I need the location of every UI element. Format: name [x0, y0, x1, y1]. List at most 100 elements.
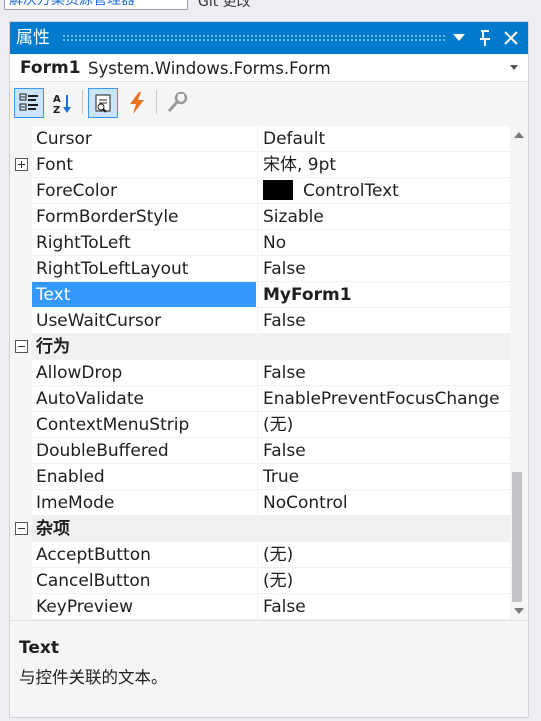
property-grid: Cursor Default Font 宋体, 9pt ForeColor Control… — [10, 126, 510, 620]
property-name: AutoValidate — [32, 386, 256, 412]
property-name: ImeMode — [32, 490, 256, 516]
property-value-text: EnablePreventFocusChange — [263, 389, 500, 409]
property-row[interactable]: ContextMenuStrip (无) — [10, 412, 510, 438]
properties-icon[interactable] — [88, 88, 118, 118]
object-name: Form1 — [20, 58, 81, 78]
scroll-thumb[interactable] — [512, 472, 522, 602]
row-margin — [10, 178, 32, 204]
toolbar-separator — [82, 90, 83, 114]
property-name: ForeColor — [32, 178, 256, 204]
property-row[interactable]: DoubleBuffered False — [10, 438, 510, 464]
title-grip[interactable] — [62, 34, 447, 42]
property-value[interactable]: False — [257, 594, 510, 620]
row-margin — [10, 230, 32, 256]
scroll-up-icon[interactable] — [514, 132, 524, 138]
property-value-text: False — [263, 259, 306, 279]
scroll-down-icon[interactable] — [514, 608, 524, 614]
description-text: 与控件关联的文本。 — [19, 668, 168, 687]
category-row[interactable]: 行为 — [10, 334, 510, 360]
expand-icon[interactable] — [15, 158, 28, 171]
solution-explorer-tab[interactable]: 解决方案资源管理器 — [4, 0, 188, 10]
row-margin — [10, 412, 32, 438]
property-value[interactable]: Sizable — [257, 204, 510, 230]
property-value[interactable]: MyForm1 — [257, 282, 510, 308]
property-value-text: False — [263, 441, 306, 461]
row-margin — [10, 308, 32, 334]
collapse-icon[interactable] — [15, 522, 28, 535]
property-value-text: (无) — [263, 571, 294, 591]
chevron-down-icon[interactable] — [448, 26, 470, 50]
svg-text:A: A — [53, 94, 61, 105]
row-margin — [10, 256, 32, 282]
svg-text:Z: Z — [53, 105, 60, 114]
description-pane: Text 与控件关联的文本。 — [10, 626, 528, 717]
property-row[interactable]: AutoValidate EnablePreventFocusChange — [10, 386, 510, 412]
property-row[interactable]: CancelButton (无) — [10, 568, 510, 594]
close-icon[interactable] — [500, 26, 522, 50]
property-row[interactable]: AcceptButton (无) — [10, 542, 510, 568]
category-label: 杂项 — [32, 516, 256, 542]
property-value[interactable]: (无) — [257, 412, 510, 438]
property-row[interactable]: FormBorderStyle Sizable — [10, 204, 510, 230]
property-name: UseWaitCursor — [32, 308, 256, 334]
property-value[interactable]: 宋体, 9pt — [257, 152, 510, 178]
property-row[interactable]: RightToLeftLayout False — [10, 256, 510, 282]
row-margin — [10, 204, 32, 230]
category-label: 行为 — [32, 334, 256, 360]
events-icon[interactable] — [122, 88, 152, 118]
property-value-text: MyForm1 — [263, 285, 352, 305]
properties-window: 解决方案资源管理器 Git 更改 属性 Form1 System.Windows… — [0, 0, 541, 721]
collapse-icon[interactable] — [15, 340, 28, 353]
property-value[interactable]: False — [257, 360, 510, 386]
git-changes-tab[interactable]: Git 更改 — [198, 0, 251, 11]
alphabetical-icon[interactable]: AZ — [48, 88, 78, 118]
property-value[interactable]: No — [257, 230, 510, 256]
top-cutoff-strip: 解决方案资源管理器 Git 更改 — [0, 0, 541, 20]
property-name: ContextMenuStrip — [32, 412, 256, 438]
row-margin — [10, 386, 32, 412]
property-name: AcceptButton — [32, 542, 256, 568]
property-value-text: 宋体, 9pt — [263, 155, 337, 175]
property-value[interactable]: False — [257, 256, 510, 282]
property-value-text: (无) — [263, 545, 294, 565]
row-margin — [10, 542, 32, 568]
property-value[interactable]: (无) — [257, 568, 510, 594]
property-name: Enabled — [32, 464, 256, 490]
property-value[interactable]: ControlText — [257, 178, 510, 204]
object-selector[interactable]: Form1 System.Windows.Forms.Form — [10, 54, 528, 82]
panel-title: 属性 — [16, 28, 50, 48]
property-row[interactable]: Enabled True — [10, 464, 510, 490]
property-value[interactable]: Default — [257, 126, 510, 152]
property-row[interactable]: Font 宋体, 9pt — [10, 152, 510, 178]
vertical-scrollbar[interactable] — [510, 126, 528, 620]
property-value[interactable]: False — [257, 438, 510, 464]
object-type: System.Windows.Forms.Form — [88, 59, 331, 78]
property-row[interactable]: Cursor Default — [10, 126, 510, 152]
property-row[interactable]: UseWaitCursor False — [10, 308, 510, 334]
property-row[interactable]: Text MyForm1 — [10, 282, 510, 308]
chevron-down-icon[interactable] — [510, 65, 518, 70]
property-name: Cursor — [32, 126, 256, 152]
property-row[interactable]: RightToLeft No — [10, 230, 510, 256]
property-row[interactable]: KeyPreview False — [10, 594, 510, 620]
property-value[interactable]: EnablePreventFocusChange — [257, 386, 510, 412]
property-value-text: True — [263, 467, 300, 487]
category-row[interactable]: 杂项 — [10, 516, 510, 542]
row-margin — [10, 438, 32, 464]
property-value[interactable]: False — [257, 308, 510, 334]
property-value[interactable]: (无) — [257, 542, 510, 568]
property-value[interactable]: NoControl — [257, 490, 510, 516]
row-margin — [10, 568, 32, 594]
title-bar[interactable]: 属性 — [10, 22, 528, 54]
categorized-icon[interactable] — [14, 88, 44, 118]
property-value[interactable]: True — [257, 464, 510, 490]
property-value-text: NoControl — [263, 493, 348, 513]
property-row[interactable]: ImeMode NoControl — [10, 490, 510, 516]
property-pages-icon[interactable] — [162, 88, 192, 118]
property-row[interactable]: AllowDrop False — [10, 360, 510, 386]
property-row[interactable]: ForeColor ControlText — [10, 178, 510, 204]
property-value-text: (无) — [263, 415, 294, 435]
pin-icon[interactable] — [474, 26, 496, 50]
row-margin — [10, 360, 32, 386]
property-value-text: ControlText — [303, 181, 399, 201]
